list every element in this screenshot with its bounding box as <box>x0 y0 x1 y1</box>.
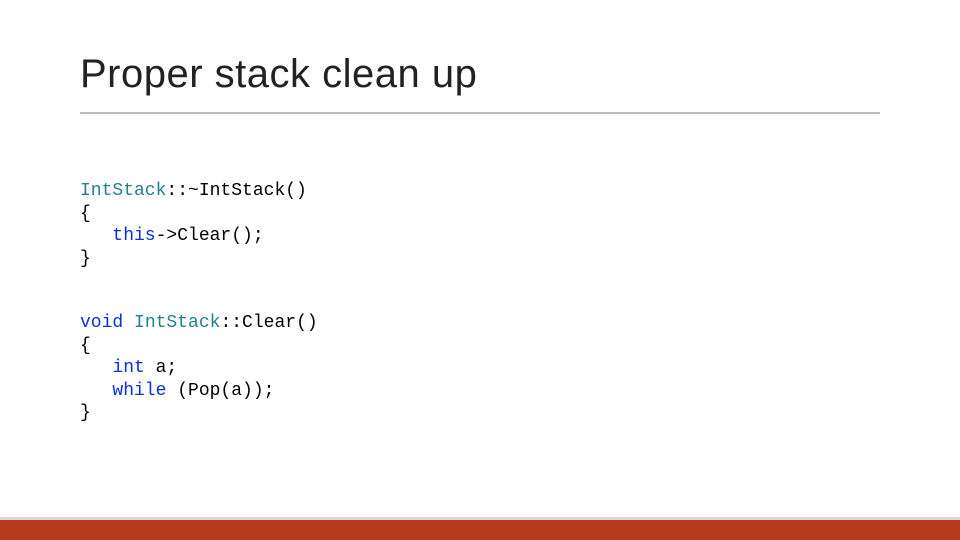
code-indent <box>80 358 112 378</box>
code-token-keyword: void <box>80 313 123 333</box>
code-block-destructor: IntStack::~IntStack() { this->Clear(); } <box>80 180 307 270</box>
footer-bar <box>0 520 960 540</box>
slide: Proper stack clean up IntStack::~IntStac… <box>0 0 960 540</box>
code-token: a; <box>145 358 177 378</box>
code-token-type: IntStack <box>134 313 220 333</box>
code-token-keyword: int <box>112 358 144 378</box>
code-token: (Pop(a)); <box>166 381 274 401</box>
code-token: { <box>80 336 91 356</box>
slide-title: Proper stack clean up <box>80 52 477 97</box>
code-block-clear: void IntStack::Clear() { int a; while (P… <box>80 312 318 425</box>
code-token-keyword: this <box>112 226 155 246</box>
code-token: ->Clear(); <box>156 226 264 246</box>
title-underline <box>80 112 880 114</box>
code-token-type: IntStack <box>80 181 166 201</box>
code-indent <box>80 381 112 401</box>
code-token: } <box>80 403 91 423</box>
code-token: ::Clear() <box>220 313 317 333</box>
code-token: } <box>80 249 91 269</box>
footer-bar-shadow <box>0 517 960 520</box>
code-indent <box>80 226 112 246</box>
code-token: ::~IntStack() <box>166 181 306 201</box>
code-token-keyword: while <box>112 381 166 401</box>
code-token <box>123 313 134 333</box>
code-token: { <box>80 204 91 224</box>
